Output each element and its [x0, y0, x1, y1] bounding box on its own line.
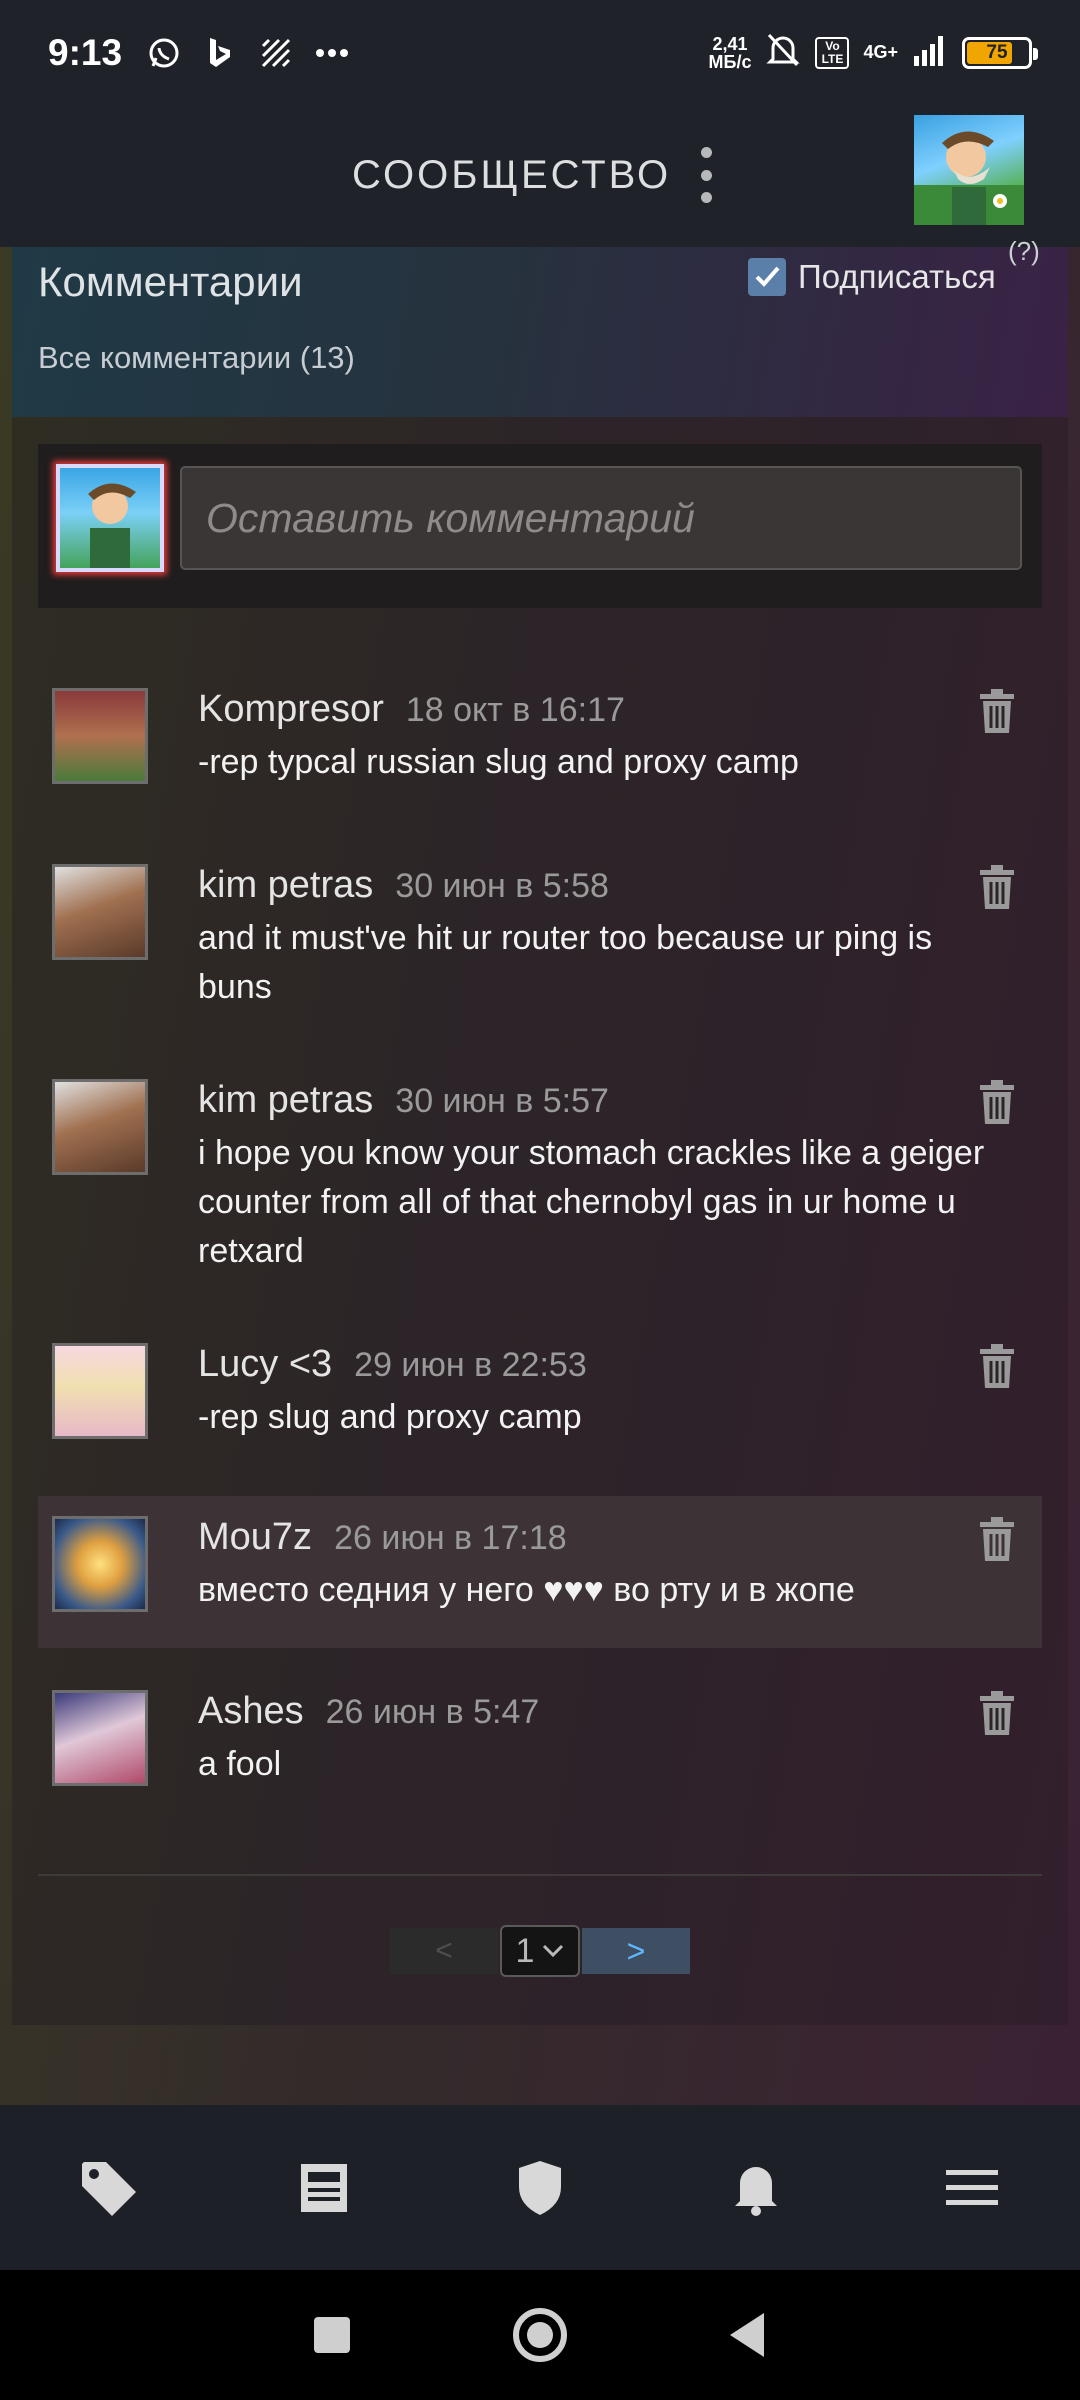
system-nav [0, 2270, 1080, 2400]
back-button-icon[interactable] [728, 2311, 768, 2359]
comment-author[interactable]: Kompresor [198, 688, 384, 731]
comment-item: Kompresor 18 окт в 16:17 -rep typcal rus… [38, 670, 1042, 820]
battery-indicator: 75 [962, 36, 1038, 69]
trash-icon[interactable] [978, 1516, 1016, 1562]
status-time: 9:13 [48, 31, 123, 73]
comments-title: Комментарии [38, 258, 303, 305]
status-bar: 9:13 2,41 МБ/с Vo LTE 4G+ 75 [0, 0, 1080, 105]
trash-icon[interactable] [978, 1690, 1016, 1736]
menu-icon[interactable] [932, 2148, 1012, 2228]
trash-icon[interactable] [978, 688, 1016, 734]
comment-input[interactable] [180, 466, 1022, 570]
subscribe-label: Подписаться [798, 258, 996, 295]
trash-icon[interactable] [978, 864, 1016, 910]
recents-button-icon[interactable] [312, 2315, 352, 2355]
subscribe-checkbox[interactable] [748, 258, 786, 296]
comment-time: 18 окт в 16:17 [405, 691, 625, 729]
comment-item: kim petras 30 июн в 5:58 and it must've … [38, 846, 1042, 1036]
chevron-down-icon [543, 1944, 564, 1958]
comment-author[interactable]: Mou7z [198, 1516, 312, 1559]
page-select[interactable]: 1 [500, 1925, 580, 1977]
prev-page-button[interactable]: < [390, 1928, 498, 1974]
user-avatar[interactable] [914, 115, 1024, 225]
comment-avatar[interactable] [52, 1516, 148, 1612]
comment-avatar[interactable] [52, 1343, 148, 1439]
comment-text: вместо седния у него ♥♥♥ во рту и в жопе [198, 1571, 855, 1609]
subscribe-toggle[interactable]: Подписаться [748, 258, 996, 296]
bottom-nav [0, 2105, 1080, 2270]
comment-time: 30 июн в 5:58 [395, 867, 609, 905]
next-page-button[interactable]: > [582, 1928, 690, 1974]
comment-avatar[interactable] [52, 1690, 148, 1786]
tag-icon[interactable] [68, 2148, 148, 2228]
news-icon[interactable] [284, 2148, 364, 2228]
network-label: 4G+ [863, 42, 898, 62]
trash-icon[interactable] [978, 1079, 1016, 1125]
comment-author[interactable]: Ashes [198, 1690, 304, 1733]
comment-time: 26 июн в 5:47 [325, 1693, 540, 1731]
volte-icon: Vo LTE [815, 36, 850, 69]
page-title: СООБЩЕСТВО [352, 153, 672, 197]
comment-time: 30 июн в 5:57 [395, 1082, 609, 1120]
page-number: 1 [515, 1931, 535, 1970]
comment-avatar[interactable] [52, 688, 148, 784]
battery-text: 75 [986, 41, 1008, 63]
net-speed: 2,41 МБ/с [709, 35, 752, 71]
comment-text: and it must've hit ur router too because… [198, 919, 933, 1006]
kebab-menu-icon[interactable] [692, 147, 720, 203]
shield-icon[interactable] [500, 2148, 580, 2228]
hatched-icon [256, 33, 296, 73]
comment-avatar[interactable] [52, 1079, 148, 1175]
comment-text: -rep slug and proxy camp [198, 1398, 582, 1436]
whatsapp-icon [144, 33, 184, 73]
comment-time: 29 июн в 22:53 [354, 1346, 587, 1384]
mute-icon [765, 31, 801, 74]
comment-item: Ashes 26 июн в 5:47 a fool [38, 1672, 1042, 1822]
divider [38, 1874, 1042, 1876]
help-link[interactable]: (?) [1008, 236, 1040, 267]
comment-text: i hope you know your stomach crackles li… [198, 1134, 985, 1270]
comment-author[interactable]: kim petras [198, 1079, 373, 1122]
comment-item: Lucy <3 29 июн в 22:53 -rep slug and pro… [38, 1325, 1042, 1475]
comment-author[interactable]: kim petras [198, 864, 373, 907]
my-avatar [56, 464, 164, 572]
trash-icon[interactable] [978, 1343, 1016, 1389]
comment-item: kim petras 30 июн в 5:57 i hope you know… [38, 1061, 1042, 1301]
net-speed-unit: МБ/с [708, 51, 752, 72]
bing-icon [200, 33, 240, 73]
comment-item: Mou7z 26 июн в 17:18 вместо седния у нег… [38, 1496, 1042, 1648]
app-header: СООБЩЕСТВО [0, 105, 1080, 247]
more-icon [312, 33, 352, 73]
home-button-icon[interactable] [512, 2307, 568, 2363]
all-comments-link[interactable]: Все комментарии (13) [38, 340, 355, 376]
bell-icon[interactable] [716, 2148, 796, 2228]
signal-icon [912, 34, 948, 71]
comment-avatar[interactable] [52, 864, 148, 960]
comment-time: 26 июн в 17:18 [334, 1519, 567, 1557]
comment-text: -rep typcal russian slug and proxy camp [198, 743, 799, 781]
net-speed-value: 2,41 [712, 33, 748, 54]
comment-author[interactable]: Lucy <3 [198, 1343, 332, 1386]
comment-text: a fool [198, 1745, 282, 1783]
